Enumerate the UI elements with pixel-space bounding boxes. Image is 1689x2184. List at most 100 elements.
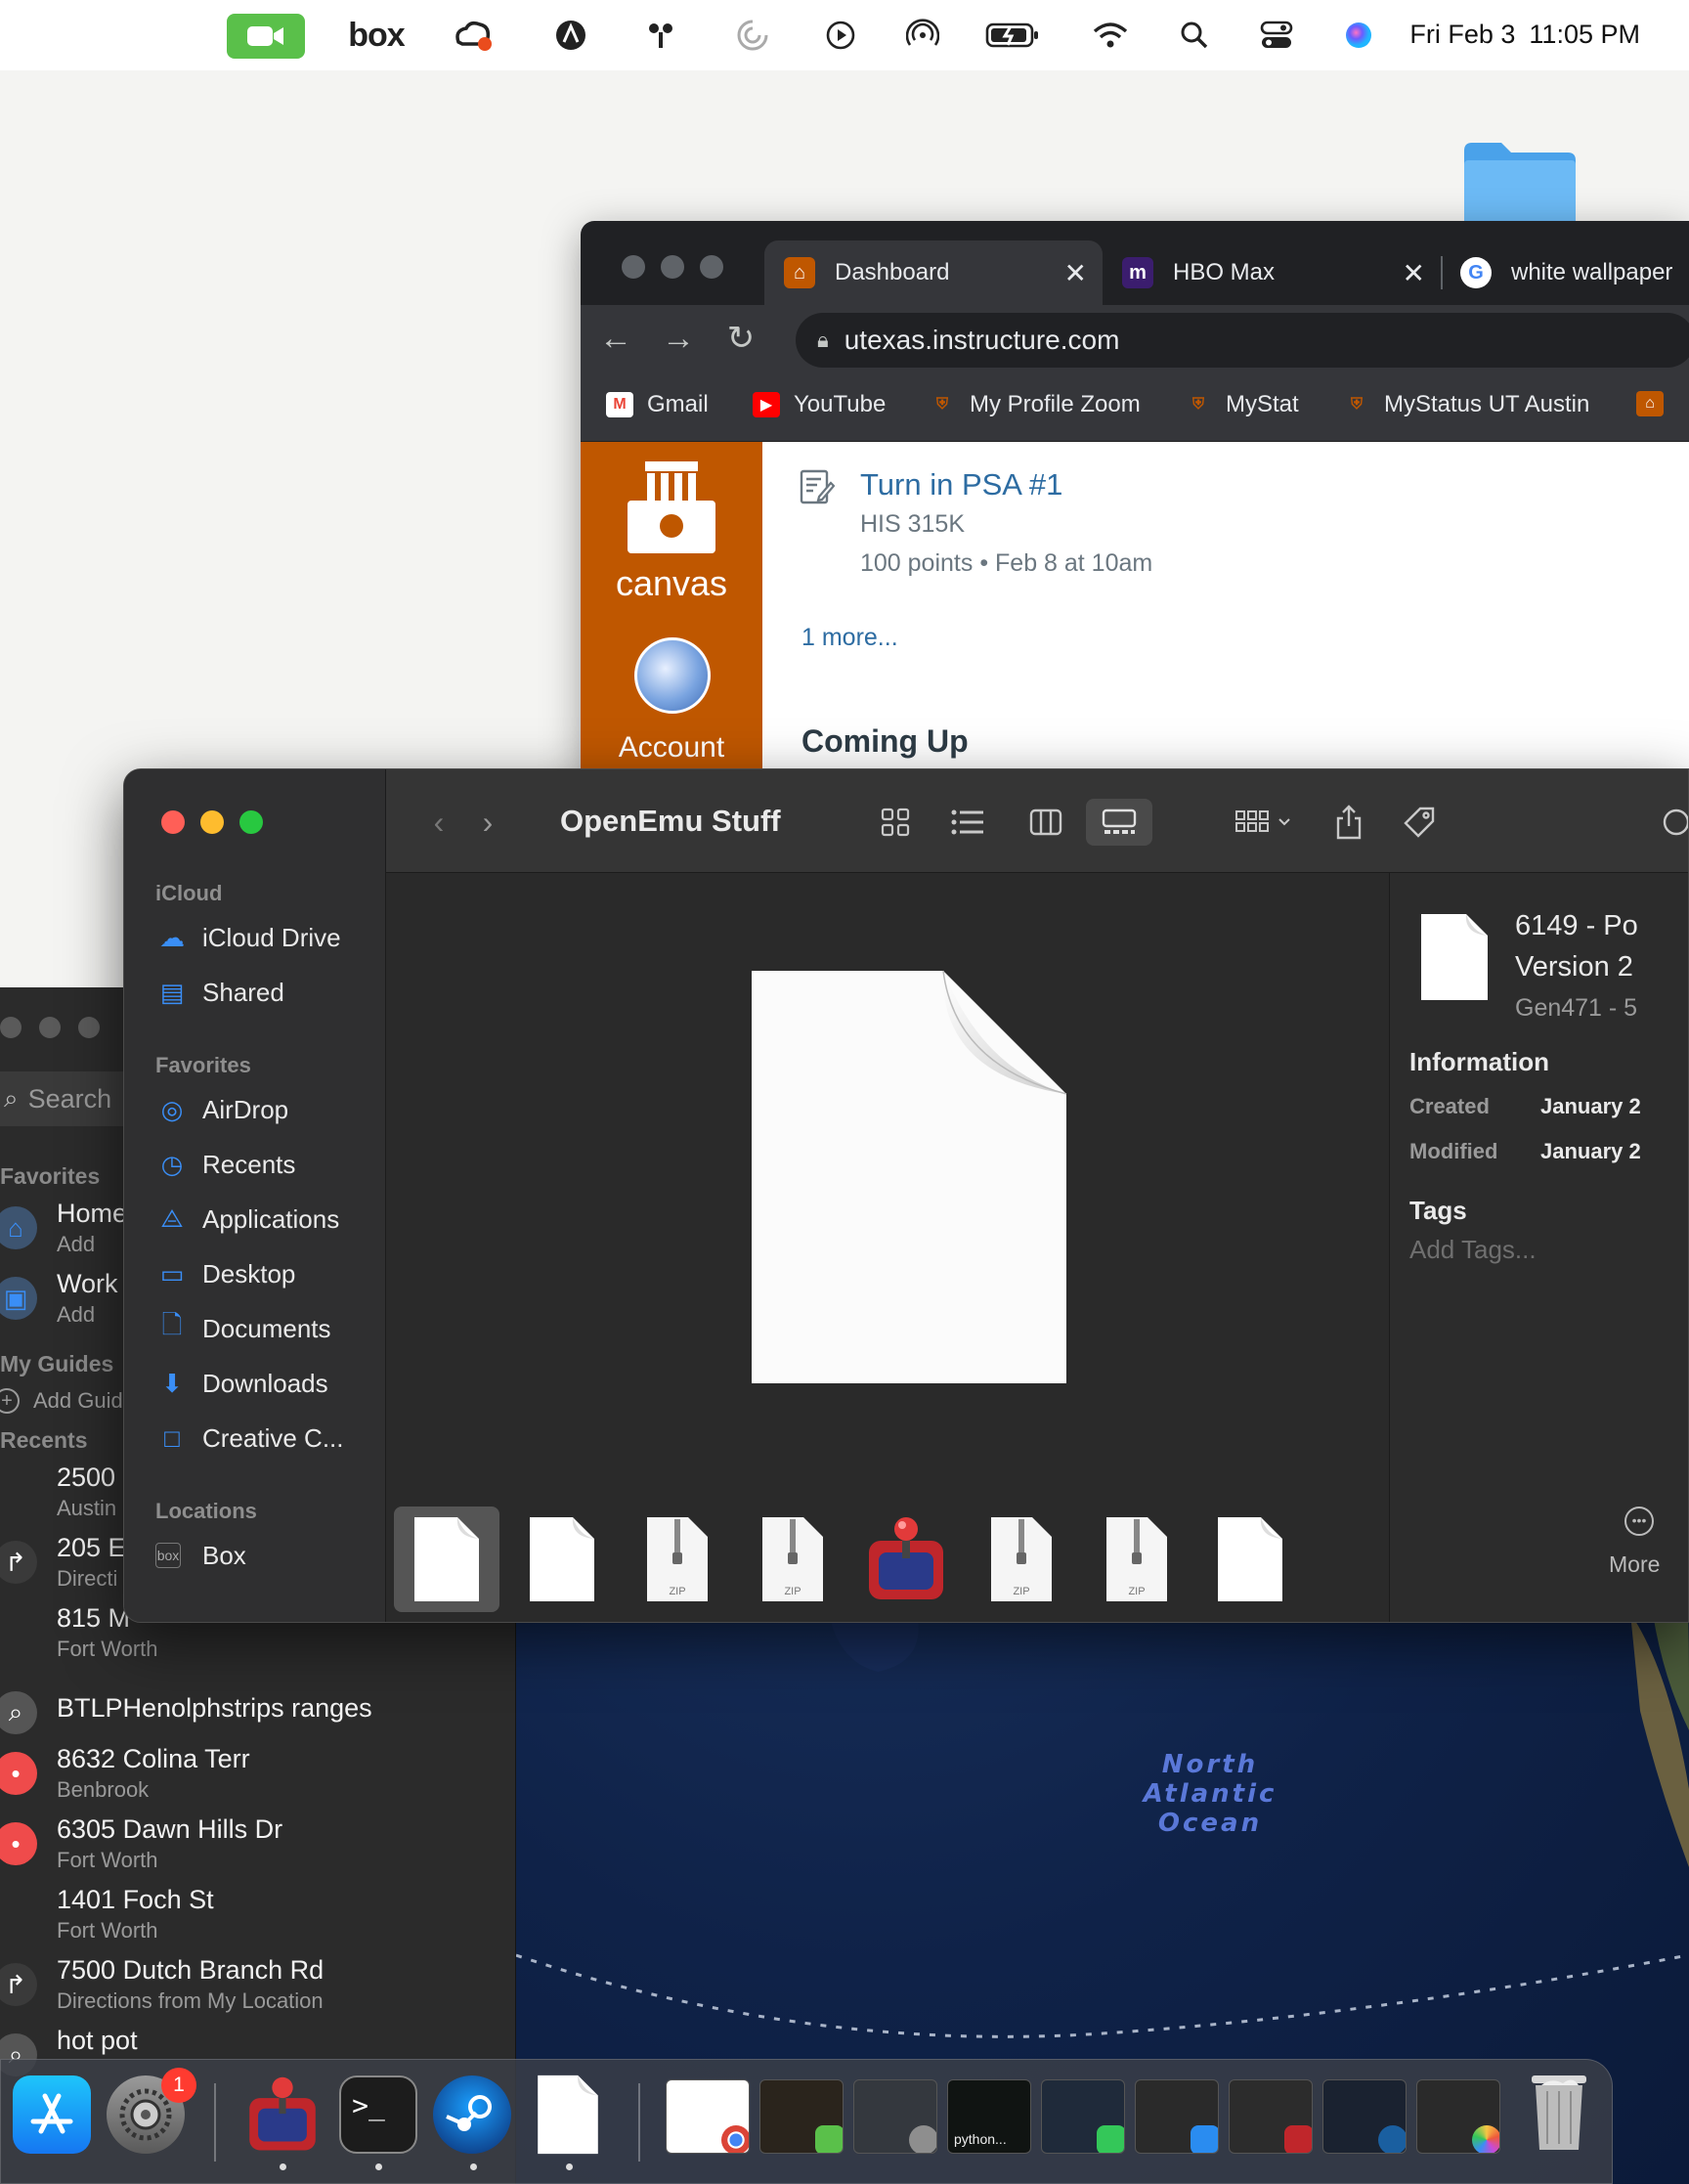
thumbnail-openemu-app[interactable] (853, 1507, 959, 1612)
search-icon[interactable] (1173, 14, 1216, 57)
close-button[interactable] (161, 810, 185, 834)
bookmark-youtube[interactable]: ▶ YouTube (753, 391, 886, 418)
loading-icon[interactable] (731, 14, 774, 57)
todo-item-title[interactable]: Turn in PSA #1 (860, 467, 1062, 502)
wifi-icon[interactable] (1089, 14, 1132, 57)
bookmark-overflow[interactable]: ⌂ (1636, 391, 1677, 416)
column-view-icon[interactable] (1021, 799, 1070, 846)
bookmark-mystatus[interactable]: ⛨ MyStatus UT Austin (1343, 391, 1589, 418)
tab-dashboard[interactable]: ⌂ Dashboard ✕ (764, 240, 1103, 305)
close-button[interactable] (0, 1017, 22, 1038)
more-todos-link[interactable]: 1 more... (801, 624, 898, 652)
tab-white-wallpaper[interactable]: G white wallpaper (1441, 240, 1689, 305)
thumbnail-zip[interactable]: ZIP (740, 1507, 845, 1612)
sidebar-item-desktop[interactable]: ▭ Desktop (155, 1252, 380, 1295)
avatar[interactable] (634, 637, 711, 714)
more-button-label[interactable]: More (1609, 1551, 1660, 1578)
minimize-button[interactable] (661, 255, 684, 279)
battery-icon[interactable] (985, 14, 1040, 57)
terminal-window-thumbnail[interactable]: python... (947, 2079, 1031, 2154)
zoom-button[interactable] (700, 255, 723, 279)
settings-window-thumbnail[interactable] (853, 2079, 937, 2154)
control-center-icon[interactable] (1255, 14, 1298, 57)
sidebar-item-airdrop[interactable]: ◎ AirDrop (155, 1088, 380, 1131)
more-options-icon[interactable] (1657, 799, 1688, 846)
running-indicator (470, 2163, 477, 2170)
sidebar-item-recents[interactable]: ◷ Recents (155, 1143, 380, 1186)
canvas-logo-icon[interactable] (608, 459, 735, 567)
back-arrow-icon[interactable]: ← (596, 319, 635, 358)
trash-icon[interactable] (1520, 2074, 1598, 2152)
creative-cloud-icon[interactable] (452, 14, 495, 57)
close-button[interactable] (622, 255, 645, 279)
back-chevron-icon[interactable]: ‹ (419, 799, 458, 846)
mail-window-thumbnail[interactable] (1135, 2079, 1219, 2154)
more-icon[interactable]: ••• (1624, 1507, 1654, 1536)
maps-recent-item[interactable]: 1401 Foch St Fort Worth (0, 1885, 516, 1955)
messages-window-thumbnail[interactable] (1041, 2079, 1125, 2154)
running-indicator (375, 2163, 382, 2170)
minimize-button[interactable] (39, 1017, 61, 1038)
maps-recent-item[interactable]: ↱ 7500 Dutch Branch Rd Directions from M… (0, 1955, 516, 2026)
steam-icon[interactable] (433, 2075, 511, 2154)
fan-icon[interactable] (639, 14, 682, 57)
app-icon[interactable] (549, 14, 592, 57)
sidebar-item-box[interactable]: box Box (155, 1534, 380, 1577)
add-tags-field[interactable]: Add Tags... (1409, 1235, 1537, 1265)
forward-arrow-icon[interactable]: → (659, 319, 698, 358)
bookmark-mystat[interactable]: ⛨ MyStat (1185, 391, 1299, 418)
tab-hbo-max[interactable]: m HBO Max ✕ (1103, 240, 1441, 305)
openemu-icon[interactable] (243, 2075, 322, 2154)
thumbnail-zip[interactable]: ZIP (969, 1507, 1074, 1612)
bookmark-gmail[interactable]: M Gmail (606, 391, 709, 418)
share-icon[interactable] (1324, 799, 1373, 846)
document-icon[interactable] (529, 2075, 607, 2155)
zoom-button[interactable] (239, 810, 263, 834)
sidebar-item-shared[interactable]: ▤ Shared (155, 971, 380, 1014)
sidebar-item-downloads[interactable]: ⬇︎ Downloads (155, 1362, 380, 1405)
forward-chevron-icon[interactable]: › (468, 799, 507, 846)
reload-icon[interactable]: ↻ (721, 319, 760, 358)
sidebar-item-applications[interactable]: ⨺ Applications (155, 1198, 380, 1241)
close-tab-icon[interactable]: ✕ (1403, 257, 1425, 289)
thumbnail-document[interactable] (394, 1507, 499, 1612)
address-bar[interactable]: 🔒︎ utexas.instructure.com (796, 313, 1689, 368)
close-tab-icon[interactable]: ✕ (1064, 257, 1087, 289)
chrome-window-thumbnail[interactable] (666, 2079, 750, 2154)
openemu-window-thumbnail[interactable] (1229, 2079, 1313, 2154)
thumbnail-zip[interactable]: ZIP (625, 1507, 730, 1612)
thumbnail-document[interactable] (509, 1507, 615, 1612)
desktop-folder-icon[interactable] (1460, 137, 1578, 230)
zoom-button[interactable] (78, 1017, 100, 1038)
facetime-icon[interactable] (227, 14, 305, 59)
group-by-icon[interactable] (1225, 799, 1303, 846)
thumbnail-zip[interactable]: ZIP (1084, 1507, 1190, 1612)
sidebar-item-icloud-drive[interactable]: ☁︎ iCloud Drive (155, 916, 380, 959)
list-view-icon[interactable] (943, 799, 992, 846)
box-icon[interactable]: box (347, 14, 406, 57)
play-icon[interactable] (819, 14, 862, 57)
finder-sidebar: iCloud ☁︎ iCloud Drive ▤ Shared Favorite… (124, 769, 386, 1622)
icon-view-icon[interactable] (871, 799, 920, 846)
steam-window-thumbnail[interactable] (1322, 2079, 1407, 2154)
gallery-view[interactable]: ZIP ZIP ZIP ZIP (386, 873, 1389, 1622)
bookmark-my-profile-zoom[interactable]: ⛨ My Profile Zoom (929, 391, 1141, 418)
photos-window-thumbnail[interactable] (1416, 2079, 1500, 2154)
sidebar-item-creative-cloud[interactable]: □ Creative C... (155, 1417, 380, 1460)
airdrop-icon[interactable] (901, 14, 944, 57)
app-store-icon[interactable] (13, 2075, 91, 2154)
minimize-button[interactable] (200, 810, 224, 834)
tag-icon[interactable] (1395, 799, 1444, 846)
menubar-clock[interactable]: Fri Feb 3 11:05 PM (1409, 20, 1640, 50)
document-icon (1421, 914, 1488, 1000)
sidebar-item-documents[interactable]: 🗋︎ Documents (155, 1307, 380, 1350)
gallery-view-icon[interactable] (1086, 799, 1152, 846)
maps-recent-item[interactable]: • 6305 Dawn Hills Dr Fort Worth (0, 1814, 516, 1885)
thumbnail-document[interactable] (1197, 1507, 1303, 1612)
favorite-subtitle: Add (57, 1302, 96, 1327)
nav-account[interactable]: Account (581, 731, 762, 764)
siri-icon[interactable] (1337, 14, 1380, 57)
maps-recent-item[interactable]: • 8632 Colina Terr Benbrook (0, 1744, 516, 1814)
facetime-window-thumbnail[interactable] (759, 2079, 844, 2154)
terminal-icon[interactable]: >_ (339, 2075, 417, 2154)
